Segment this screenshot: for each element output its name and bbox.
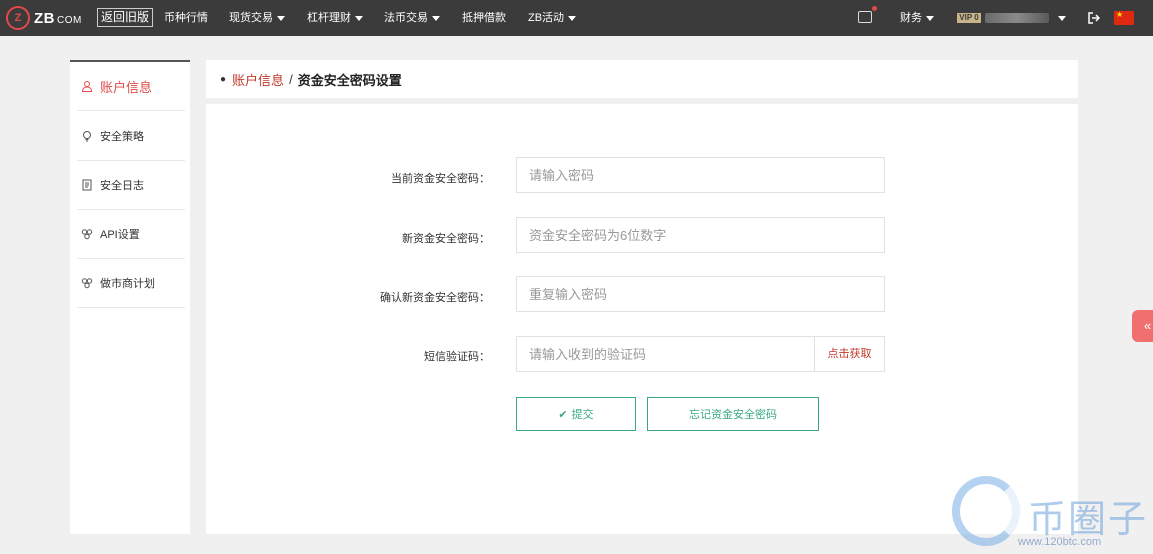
sidebar-item-label: 账户信息	[100, 79, 153, 95]
new-password-input[interactable]	[517, 218, 884, 252]
confirm-password-field[interactable]	[516, 276, 885, 312]
top-nav-bar: Z ZB COM 返回旧版 币种行情 现货交易 杠杆理财 法币交易 抵押借款 ZB…	[0, 0, 1153, 36]
bullet-icon: ●	[220, 73, 227, 85]
new-password-field[interactable]	[516, 217, 885, 253]
breadcrumb: ● 账户信息 / 资金安全密码设置	[206, 60, 1078, 98]
forgot-password-button[interactable]: 忘记资金安全密码	[647, 397, 819, 431]
bulb-icon	[81, 130, 93, 142]
breadcrumb-parent-link[interactable]: 账户信息	[232, 70, 284, 89]
old-version-button[interactable]: 返回旧版	[97, 8, 154, 27]
api-icon	[81, 277, 93, 289]
sms-code-field[interactable]: 点击获取	[516, 336, 885, 372]
sidebar: 账户信息 安全策略 安全日志 API设置 做市商计划	[70, 60, 190, 534]
breadcrumb-separator: /	[289, 71, 293, 87]
user-icon	[81, 80, 93, 92]
sidebar-item-label: 做市商计划	[100, 278, 155, 290]
document-icon	[81, 179, 93, 191]
confirm-password-label: 确认新资金安全密码：	[380, 292, 490, 304]
zb-logo-mark: Z	[6, 6, 30, 30]
check-icon: ✔	[558, 408, 568, 421]
sidebar-item-market-maker[interactable]: 做市商计划	[77, 259, 185, 308]
nav-otc[interactable]: 法币交易	[384, 0, 440, 36]
page-title: 资金安全密码设置	[297, 72, 402, 88]
sidebar-item-label: API设置	[100, 229, 140, 241]
nav-market[interactable]: 币种行情	[164, 0, 208, 36]
chevron-down-icon	[568, 15, 577, 21]
sidebar-item-security-log[interactable]: 安全日志	[77, 161, 185, 210]
new-password-label: 新资金安全密码：	[402, 233, 490, 245]
sidebar-item-label: 安全策略	[100, 131, 144, 143]
current-password-label: 当前资金安全密码：	[391, 173, 490, 185]
chevron-down-icon	[277, 15, 285, 21]
notification-dot	[872, 6, 877, 11]
sms-code-input[interactable]	[517, 337, 815, 371]
submit-button[interactable]: ✔ 提交	[516, 397, 636, 431]
sidebar-item-api-settings[interactable]: API设置	[77, 210, 185, 259]
nav-loan[interactable]: 抵押借款	[462, 0, 506, 36]
nav-activity[interactable]: ZB活动	[528, 0, 577, 36]
sidebar-item-account-info[interactable]: 账户信息	[77, 62, 185, 111]
chevron-down-icon	[926, 15, 934, 21]
watermark-logo	[952, 476, 1020, 546]
logout-icon[interactable]	[1088, 12, 1100, 24]
language-flag-icon[interactable]: ★	[1114, 11, 1134, 25]
chevron-down-icon[interactable]	[1058, 16, 1066, 21]
customer-service-tab[interactable]: «	[1132, 310, 1153, 342]
api-icon	[81, 228, 93, 240]
nav-finance[interactable]: 财务	[900, 0, 934, 36]
watermark-url: www.120btc.com	[1018, 536, 1102, 548]
nav-spot-trading[interactable]: 现货交易	[229, 0, 285, 36]
vip-badge: VIP 0	[957, 13, 981, 23]
zb-logo-text: ZB COM	[34, 9, 82, 27]
chat-icon: «	[1144, 318, 1152, 333]
zb-logo[interactable]: Z ZB COM	[6, 6, 82, 30]
chevron-down-icon	[355, 15, 363, 21]
message-icon[interactable]	[858, 11, 872, 23]
forgot-password-label: 忘记资金安全密码	[689, 409, 777, 421]
sidebar-item-label: 安全日志	[100, 180, 144, 192]
sidebar-item-security-policy[interactable]: 安全策略	[77, 112, 185, 161]
sms-code-label: 短信验证码：	[424, 351, 490, 363]
current-password-field[interactable]	[516, 157, 885, 193]
submit-label: 提交	[571, 409, 594, 421]
username-redacted[interactable]	[985, 13, 1049, 23]
watermark-text: 币圈子	[1028, 497, 1149, 541]
get-sms-code-button[interactable]: 点击获取	[814, 337, 884, 371]
current-password-input[interactable]	[517, 158, 884, 192]
chevron-down-icon	[432, 15, 440, 21]
confirm-password-input[interactable]	[517, 277, 884, 311]
nav-margin[interactable]: 杠杆理财	[307, 0, 363, 36]
